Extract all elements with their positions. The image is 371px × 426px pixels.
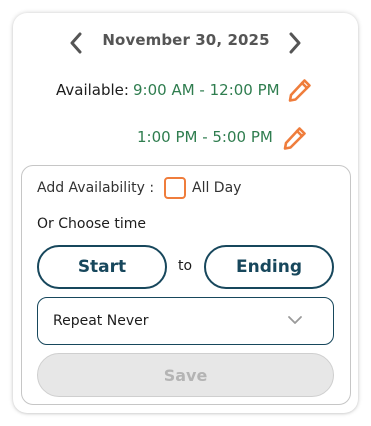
pencil-icon xyxy=(283,127,306,150)
all-day-label: All Day xyxy=(192,180,242,196)
choose-time-label: Or Choose time xyxy=(37,216,146,232)
to-label: to xyxy=(178,258,193,274)
next-day-button[interactable] xyxy=(282,28,308,58)
edit-slot-button[interactable] xyxy=(281,124,309,152)
ending-time-button[interactable]: Ending xyxy=(204,245,334,289)
all-day-checkbox[interactable] xyxy=(164,177,186,199)
chevron-down-icon xyxy=(288,316,302,324)
selected-date: November 30, 2025 xyxy=(102,31,270,49)
edit-slot-button[interactable] xyxy=(286,76,314,104)
time-slot: 1:00 PM - 5:00 PM xyxy=(137,128,273,146)
time-slot: 9:00 AM - 12:00 PM xyxy=(133,81,280,99)
previous-day-button[interactable] xyxy=(63,28,89,58)
save-button[interactable]: Save xyxy=(37,353,334,397)
chevron-left-icon xyxy=(70,32,82,54)
available-label: Available: xyxy=(56,81,129,99)
pencil-icon xyxy=(288,79,311,102)
repeat-value: Repeat Never xyxy=(53,313,149,329)
start-time-button[interactable]: Start xyxy=(37,245,167,289)
add-availability-label: Add Availability : xyxy=(37,180,155,196)
repeat-dropdown[interactable]: Repeat Never xyxy=(37,297,334,345)
chevron-right-icon xyxy=(289,32,301,54)
